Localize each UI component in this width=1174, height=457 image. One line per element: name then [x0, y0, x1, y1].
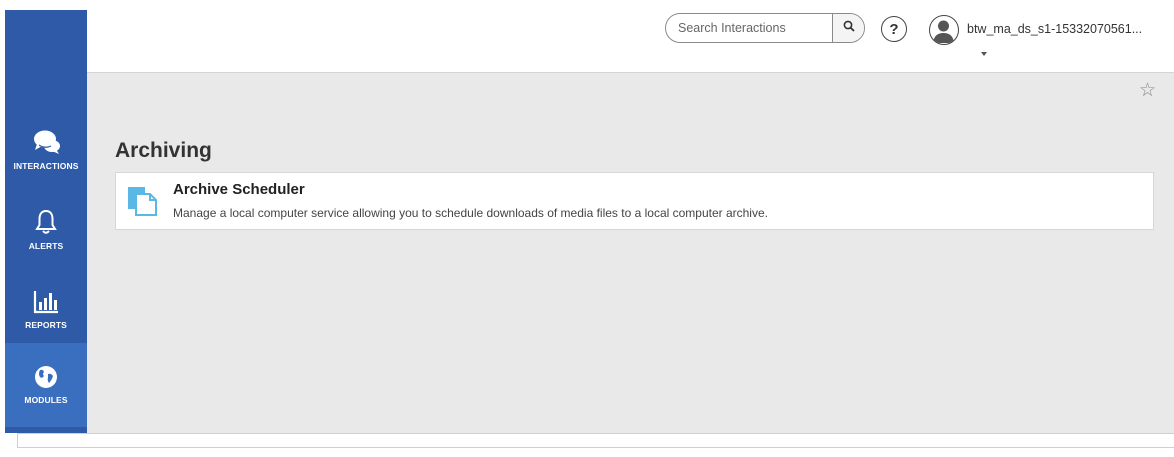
- search-icon: [843, 19, 855, 37]
- sidebar-item-interactions[interactable]: INTERACTIONS: [5, 110, 87, 190]
- sidebar-item-label: REPORTS: [25, 320, 67, 330]
- sidebar-item-label: MODULES: [24, 395, 68, 405]
- module-card-archive-scheduler[interactable]: Archive Scheduler Manage a local compute…: [115, 172, 1154, 230]
- favorite-star-icon[interactable]: ☆: [1139, 79, 1156, 102]
- page-title: Archiving: [115, 139, 212, 162]
- bar-chart-icon: [33, 290, 59, 314]
- globe-icon: [34, 365, 58, 389]
- bell-icon: [35, 209, 57, 235]
- bottom-panel: [17, 433, 1174, 448]
- sidebar-item-label: INTERACTIONS: [13, 161, 79, 171]
- username-label[interactable]: btw_ma_ds_s1-15332070561...: [967, 22, 1142, 36]
- sidebar-item-label: ALERTS: [28, 241, 64, 251]
- search-input[interactable]: [666, 14, 836, 42]
- top-header: ? btw_ma_ds_s1-15332070561...: [87, 10, 1174, 73]
- sidebar-item-alerts[interactable]: ALERTS: [5, 190, 87, 270]
- card-description: Manage a local computer service allowing…: [173, 206, 768, 220]
- sidebar-item-modules[interactable]: MODULES: [5, 343, 87, 427]
- help-icon: ?: [889, 20, 899, 38]
- user-icon: [933, 20, 954, 43]
- document-icon: [126, 185, 158, 222]
- chat-bubbles-icon: [31, 129, 61, 155]
- search-box: [665, 13, 865, 43]
- main-content: ☆ Archiving Archive Scheduler Manage a l…: [87, 73, 1174, 433]
- card-title: Archive Scheduler: [173, 181, 305, 198]
- sidebar-nav: INTERACTIONS ALERTS REPORTS MODULES: [5, 10, 87, 433]
- sidebar-item-reports[interactable]: REPORTS: [5, 270, 87, 350]
- search-button[interactable]: [832, 14, 864, 42]
- help-button[interactable]: ?: [881, 16, 907, 42]
- user-avatar[interactable]: [929, 15, 959, 45]
- chevron-down-icon[interactable]: [981, 52, 987, 56]
